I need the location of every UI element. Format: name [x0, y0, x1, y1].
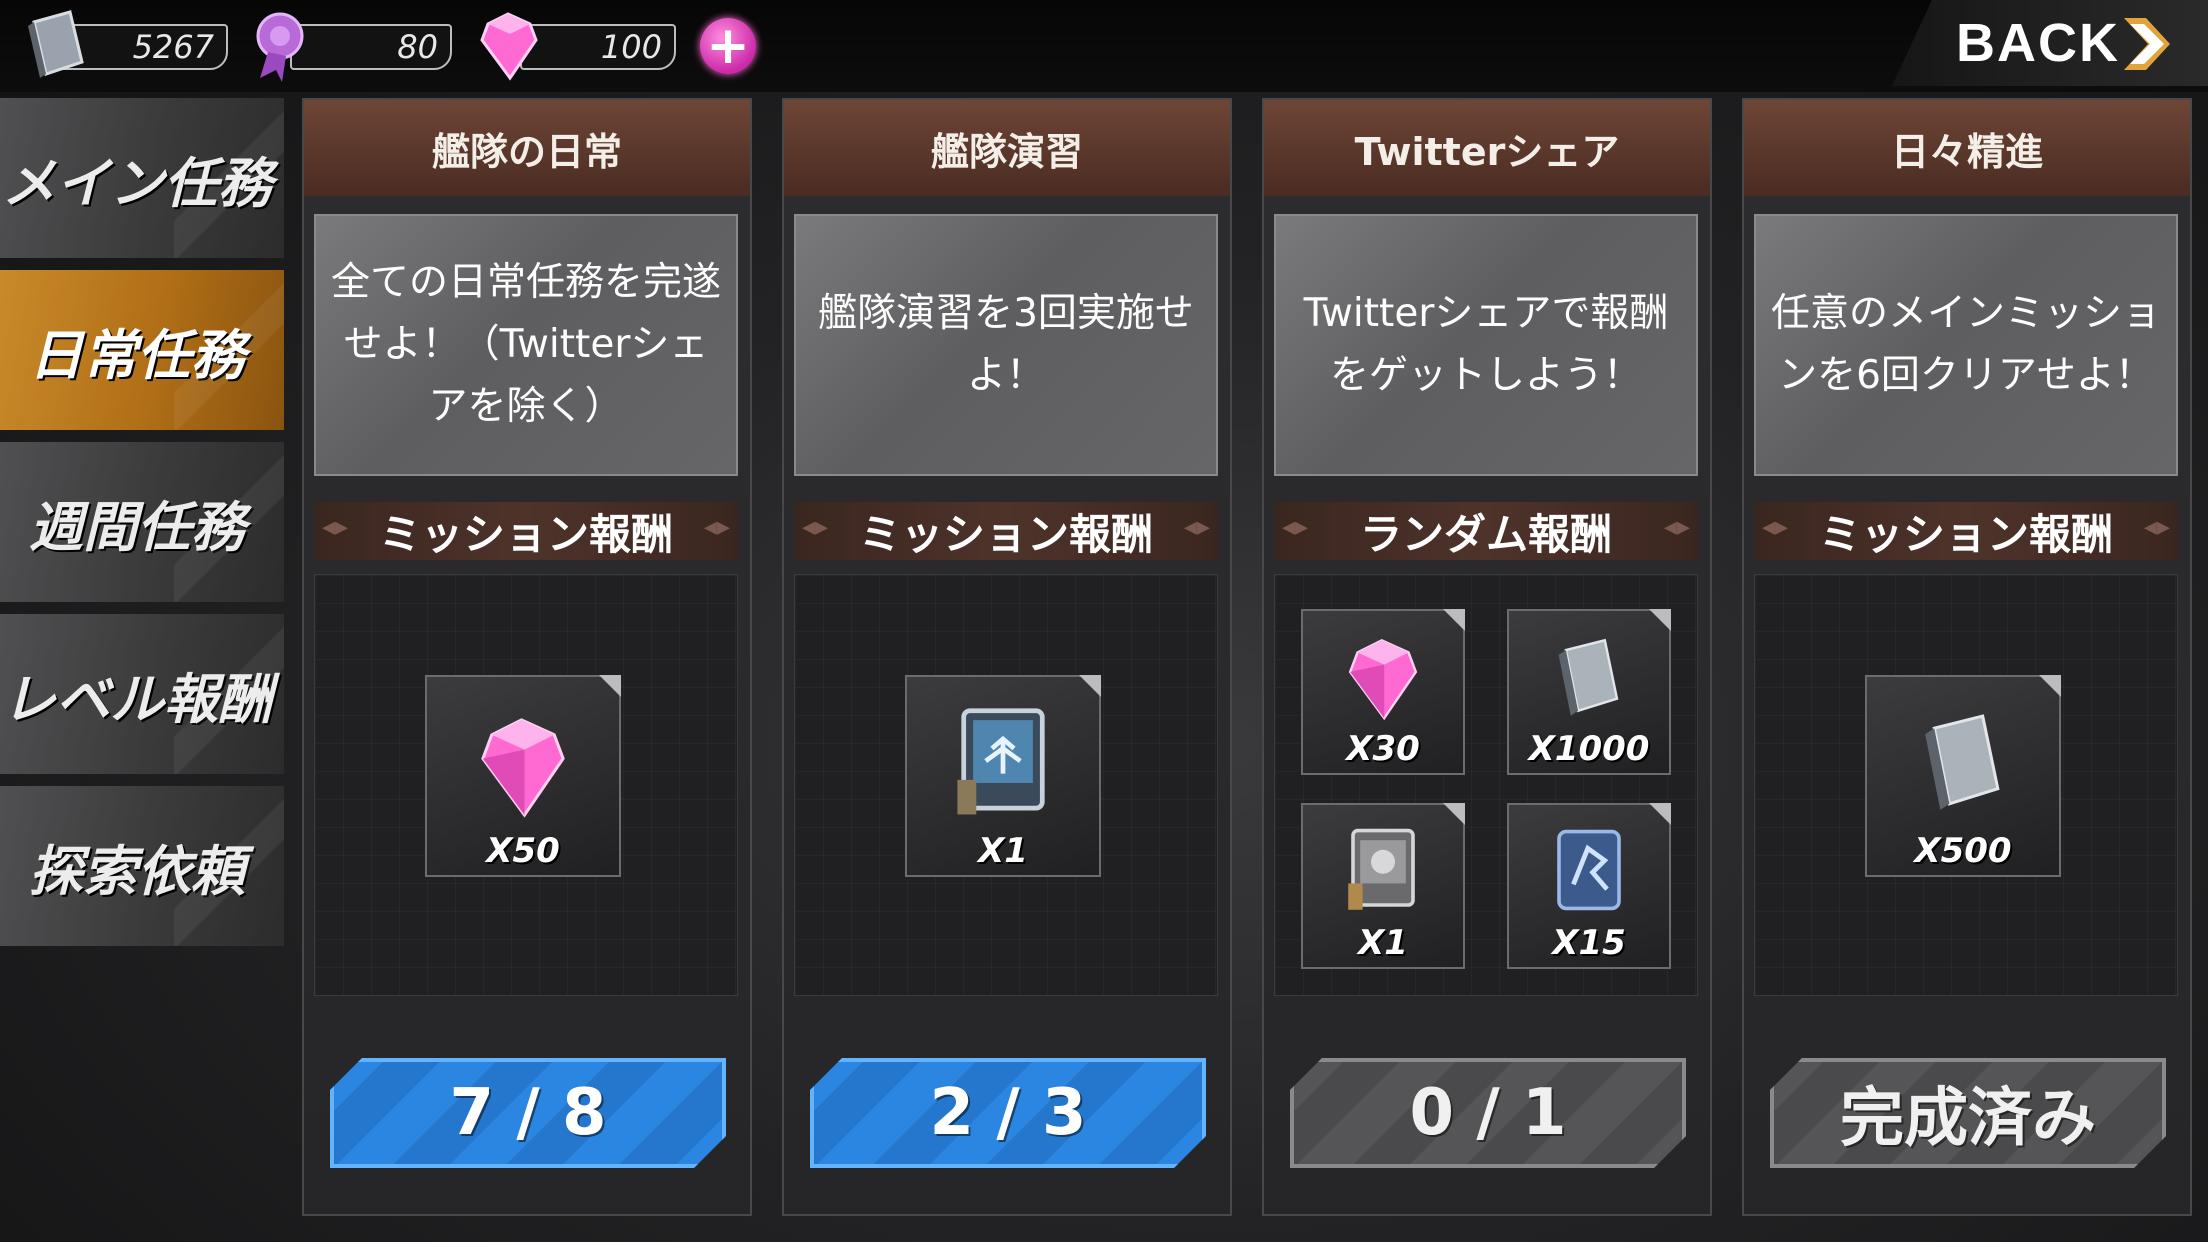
reward-item[interactable]: X1000 — [1507, 609, 1671, 775]
reward-quantity: X15 — [1552, 923, 1626, 963]
mission-card: 艦隊演習 艦隊演習を3回実施せよ！ ミッション報酬 X1 2 / 3 — [782, 98, 1232, 1216]
reward-item[interactable]: X30 — [1301, 609, 1465, 775]
back-button[interactable]: BACK — [1892, 0, 2208, 86]
mission-progress-button[interactable]: 2 / 3 — [810, 1058, 1206, 1168]
add-gems-button[interactable]: + — [700, 18, 756, 74]
chevron-right-icon — [2124, 18, 2170, 70]
gem-currency-value: 100 — [600, 28, 662, 66]
mission-description: Twitterシェアで報酬をゲットしよう！ — [1274, 214, 1698, 476]
back-button-label: BACK — [1956, 13, 2120, 73]
medal-icon — [256, 12, 304, 82]
mission-card: Twitterシェア Twitterシェアで報酬をゲットしよう！ ランダム報酬 … — [1262, 98, 1712, 1216]
mission-description: 全ての日常任務を完遂せよ！（Twitterシェアを除く） — [314, 214, 738, 476]
reward-quantity: X50 — [486, 831, 560, 871]
reward-area: X1 — [794, 574, 1218, 996]
gem-icon — [1348, 638, 1418, 721]
reward-quantity: X1 — [978, 831, 1028, 871]
reward-header: ミッション報酬 — [314, 502, 738, 560]
reward-item[interactable]: X1 — [1301, 803, 1465, 969]
gem-icon — [480, 12, 538, 81]
reward-header: ミッション報酬 — [1754, 502, 2178, 560]
reward-quantity: X1 — [1358, 923, 1408, 963]
sidebar-item-exploration-requests[interactable]: 探索依頼 — [0, 786, 284, 946]
book-currency-value: 5267 — [132, 28, 214, 66]
sidebar-item-label: メイン任務 — [2, 151, 272, 215]
mission-card: 日々精進 任意のメインミッションを6回クリアせよ！ ミッション報酬 X500 完… — [1742, 98, 2192, 1216]
reward-quantity: X1000 — [1528, 729, 1650, 769]
mission-title: 日々精進 — [1744, 100, 2190, 196]
reward-header: ランダム報酬 — [1274, 502, 1698, 560]
mission-description: 任意のメインミッションを6回クリアせよ！ — [1754, 214, 2178, 476]
plus-icon: + — [706, 16, 750, 76]
mission-progress-button[interactable]: 0 / 1 — [1290, 1058, 1686, 1168]
mission-progress-label: 0 / 1 — [1409, 1076, 1567, 1150]
equipment-card-icon — [1348, 828, 1415, 910]
sidebar-item-label: 週間任務 — [29, 495, 245, 559]
reward-header: ミッション報酬 — [794, 502, 1218, 560]
book-icon — [1558, 638, 1619, 716]
sidebar-item-weekly-missions[interactable]: 週間任務 — [0, 442, 284, 602]
mission-progress-label: 2 / 3 — [929, 1076, 1087, 1150]
blueprint-card-icon — [957, 708, 1045, 815]
sidebar-item-label: 探索依頼 — [29, 839, 245, 903]
top-bar: 5267 80 100 + BACK — [0, 0, 2208, 92]
reward-item[interactable]: X50 — [425, 675, 621, 877]
reward-quantity: X500 — [1914, 831, 2012, 871]
sidebar-item-main-missions[interactable]: メイン任務 — [0, 98, 284, 258]
reward-quantity: X30 — [1346, 729, 1420, 769]
mission-progress-label: 完成済み — [1840, 1082, 2096, 1156]
reward-area: X500 — [1754, 574, 2178, 996]
sidebar-item-label: 日常任務 — [29, 323, 245, 387]
book-icon — [28, 10, 84, 78]
reward-item[interactable]: X1 — [905, 675, 1101, 877]
gem-icon — [481, 718, 565, 818]
mission-description: 艦隊演習を3回実施せよ！ — [794, 214, 1218, 476]
mission-card: 艦隊の日常 全ての日常任務を完遂せよ！（Twitterシェアを除く） ミッション… — [302, 98, 752, 1216]
sidebar-item-label: レベル報酬 — [2, 667, 272, 731]
mission-title: 艦隊演習 — [784, 100, 1230, 196]
mission-completed-button[interactable]: 完成済み — [1770, 1058, 2166, 1168]
reward-item[interactable]: X500 — [1865, 675, 2061, 877]
medal-currency-value: 80 — [397, 28, 438, 66]
reward-area: X50 — [314, 574, 738, 996]
mission-title: 艦隊の日常 — [304, 100, 750, 196]
sidebar-item-level-rewards[interactable]: レベル報酬 — [0, 614, 284, 774]
reward-area: X30 X1000 X1 X15 — [1274, 574, 1698, 996]
mission-progress-label: 7 / 8 — [449, 1076, 607, 1150]
sidebar-item-daily-missions[interactable]: 日常任務 — [0, 270, 284, 430]
ship-chip-icon — [1557, 829, 1621, 911]
reward-item[interactable]: X15 — [1507, 803, 1671, 969]
mission-title: Twitterシェア — [1264, 100, 1710, 196]
book-icon — [1925, 714, 2000, 810]
mission-progress-button[interactable]: 7 / 8 — [330, 1058, 726, 1168]
